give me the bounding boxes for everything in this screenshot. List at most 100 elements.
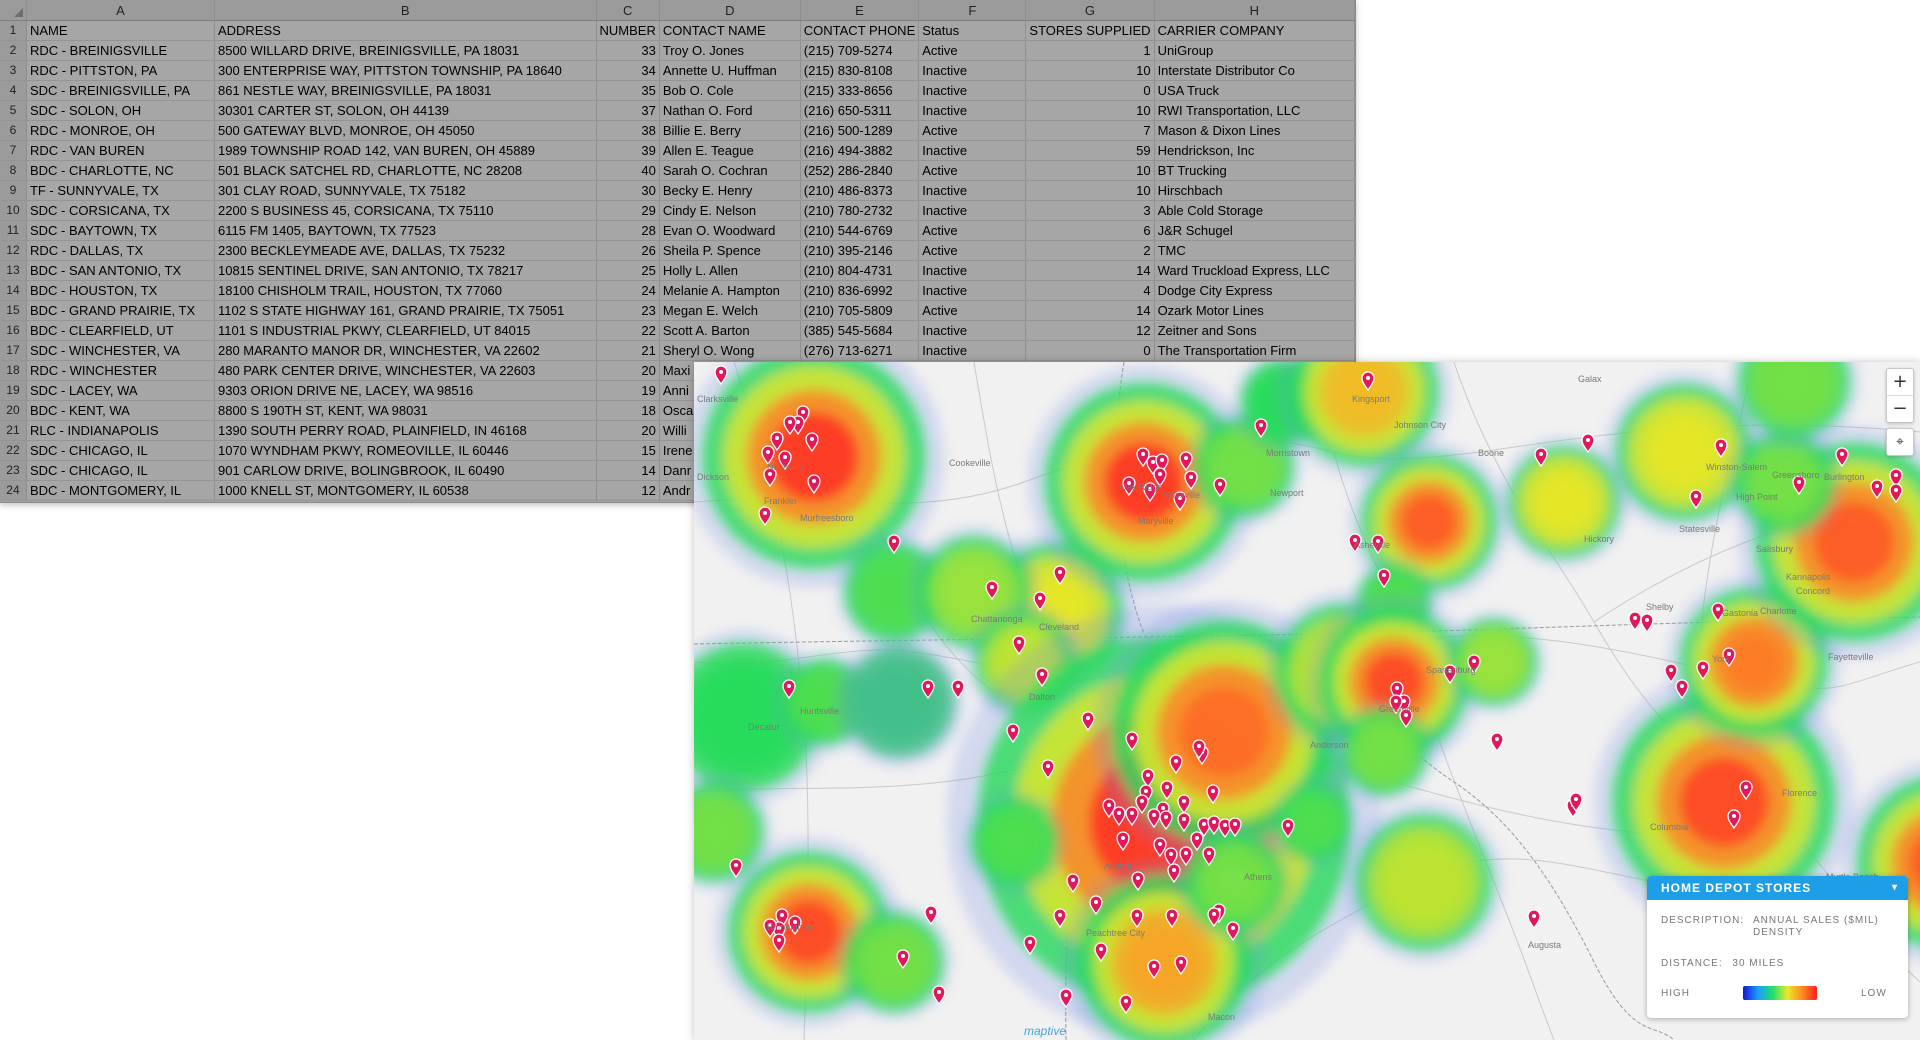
select-all-corner[interactable]: [0, 0, 27, 21]
cell-contact-phone[interactable]: (215) 333-8656: [800, 80, 920, 101]
cell-stores-supplied[interactable]: 0: [1025, 80, 1155, 101]
cell-number[interactable]: 20: [596, 360, 660, 381]
cell-contact-phone[interactable]: (210) 395-2146: [800, 240, 920, 261]
cell-carrier-company[interactable]: Hendrickson, Inc: [1154, 140, 1355, 161]
cell-status[interactable]: Status: [918, 20, 1027, 41]
cell-stores-supplied[interactable]: 0: [1025, 340, 1155, 361]
cell-address[interactable]: 901 CARLOW DRIVE, BOLINGBROOK, IL 60490: [214, 460, 597, 481]
cell-number[interactable]: 29: [596, 200, 660, 221]
cell-contact-name[interactable]: Sheila P. Spence: [659, 240, 801, 261]
cell-contact-phone[interactable]: (216) 650-5311: [800, 100, 920, 121]
cell-number[interactable]: 18: [596, 400, 660, 421]
cell-number[interactable]: 20: [596, 420, 660, 441]
cell-carrier-company[interactable]: BT Trucking: [1154, 160, 1355, 181]
cell-contact-name[interactable]: Troy O. Jones: [659, 40, 801, 61]
cell-status[interactable]: Active: [918, 40, 1027, 61]
cell-address[interactable]: 1989 TOWNSHIP ROAD 142, VAN BUREN, OH 45…: [214, 140, 597, 161]
cell-stores-supplied[interactable]: 7: [1025, 120, 1155, 141]
cell-stores-supplied[interactable]: 4: [1025, 280, 1155, 301]
row-header[interactable]: 7: [0, 140, 27, 161]
cell-address[interactable]: 2200 S BUSINESS 45, CORSICANA, TX 75110: [214, 200, 597, 221]
cell-stores-supplied[interactable]: 12: [1025, 320, 1155, 341]
cell-stores-supplied[interactable]: 2: [1025, 240, 1155, 261]
cell-status[interactable]: Inactive: [918, 180, 1027, 201]
cell-number[interactable]: 38: [596, 120, 660, 141]
cell-contact-name[interactable]: Sarah O. Cochran: [659, 160, 801, 181]
cell-stores-supplied[interactable]: 14: [1025, 260, 1155, 281]
cell-address[interactable]: 1070 WYNDHAM PKWY, ROMEOVILLE, IL 60446: [214, 440, 597, 461]
cell-address[interactable]: 301 CLAY ROAD, SUNNYVALE, TX 75182: [214, 180, 597, 201]
cell-contact-phone[interactable]: (252) 286-2840: [800, 160, 920, 181]
cell-stores-supplied[interactable]: 10: [1025, 100, 1155, 121]
row-header[interactable]: 22: [0, 440, 27, 461]
cell-carrier-company[interactable]: Hirschbach: [1154, 180, 1355, 201]
cell-number[interactable]: 12: [596, 480, 660, 501]
cell-number[interactable]: 14: [596, 460, 660, 481]
row-header[interactable]: 19: [0, 380, 27, 401]
cell-number[interactable]: 22: [596, 320, 660, 341]
cell-carrier-company[interactable]: Ward Truckload Express, LLC: [1154, 260, 1355, 281]
cell-stores-supplied[interactable]: 6: [1025, 220, 1155, 241]
cell-carrier-company[interactable]: Dodge City Express: [1154, 280, 1355, 301]
row-header[interactable]: 17: [0, 340, 27, 361]
cell-carrier-company[interactable]: RWI Transportation, LLC: [1154, 100, 1355, 121]
cell-status[interactable]: Active: [918, 240, 1027, 261]
cell-name[interactable]: TF - SUNNYVALE, TX: [26, 180, 215, 201]
column-header-c[interactable]: C: [596, 0, 660, 21]
row-header[interactable]: 21: [0, 420, 27, 441]
row-header[interactable]: 2: [0, 40, 27, 61]
cell-address[interactable]: 8800 S 190TH ST, KENT, WA 98031: [214, 400, 597, 421]
cell-contact-phone[interactable]: (276) 713-6271: [800, 340, 920, 361]
cell-status[interactable]: Active: [918, 120, 1027, 141]
cell-contact-name[interactable]: Holly L. Allen: [659, 260, 801, 281]
cell-status[interactable]: Inactive: [918, 340, 1027, 361]
cell-status[interactable]: Active: [918, 160, 1027, 181]
cell-name[interactable]: SDC - BAYTOWN, TX: [26, 220, 215, 241]
cell-address[interactable]: ADDRESS: [214, 20, 597, 41]
zoom-out-button[interactable]: −: [1887, 395, 1913, 422]
cell-status[interactable]: Inactive: [918, 280, 1027, 301]
column-header-h[interactable]: H: [1154, 0, 1355, 21]
row-header[interactable]: 15: [0, 300, 27, 321]
cell-contact-phone[interactable]: (210) 780-2732: [800, 200, 920, 221]
cell-contact-phone[interactable]: (210) 804-4731: [800, 260, 920, 281]
cell-address[interactable]: 1101 S INDUSTRIAL PKWY, CLEARFIELD, UT 8…: [214, 320, 597, 341]
cell-contact-phone[interactable]: (215) 830-8108: [800, 60, 920, 81]
cell-number[interactable]: 26: [596, 240, 660, 261]
legend-header[interactable]: HOME DEPOT STORES ▾: [1647, 876, 1908, 900]
cell-number[interactable]: 19: [596, 380, 660, 401]
cell-address[interactable]: 10815 SENTINEL DRIVE, SAN ANTONIO, TX 78…: [214, 260, 597, 281]
cell-number[interactable]: 28: [596, 220, 660, 241]
row-header[interactable]: 9: [0, 180, 27, 201]
row-header[interactable]: 16: [0, 320, 27, 341]
cell-contact-phone[interactable]: CONTACT PHONE: [800, 20, 920, 41]
column-header-d[interactable]: D: [659, 0, 801, 21]
cell-name[interactable]: RDC - DALLAS, TX: [26, 240, 215, 261]
cell-name[interactable]: RDC - BREINIGSVILLE: [26, 40, 215, 61]
cell-status[interactable]: Inactive: [918, 200, 1027, 221]
zoom-in-button[interactable]: +: [1887, 369, 1913, 395]
cell-stores-supplied[interactable]: 59: [1025, 140, 1155, 161]
cell-stores-supplied[interactable]: 10: [1025, 180, 1155, 201]
cell-contact-name[interactable]: CONTACT NAME: [659, 20, 801, 41]
cell-address[interactable]: 1102 S STATE HIGHWAY 161, GRAND PRAIRIE,…: [214, 300, 597, 321]
cell-name[interactable]: BDC - CHARLOTTE, NC: [26, 160, 215, 181]
cell-contact-phone[interactable]: (210) 836-6992: [800, 280, 920, 301]
cell-stores-supplied[interactable]: 10: [1025, 160, 1155, 181]
row-header[interactable]: 10: [0, 200, 27, 221]
cell-name[interactable]: SDC - LACEY, WA: [26, 380, 215, 401]
cell-contact-phone[interactable]: (210) 544-6769: [800, 220, 920, 241]
cell-contact-name[interactable]: Bob O. Cole: [659, 80, 801, 101]
cell-name[interactable]: SDC - CHICAGO, IL: [26, 460, 215, 481]
row-header[interactable]: 23: [0, 460, 27, 481]
cell-number[interactable]: 23: [596, 300, 660, 321]
cell-carrier-company[interactable]: Mason & Dixon Lines: [1154, 120, 1355, 141]
row-header[interactable]: 14: [0, 280, 27, 301]
cell-name[interactable]: RDC - MONROE, OH: [26, 120, 215, 141]
cell-name[interactable]: RDC - VAN BUREN: [26, 140, 215, 161]
cell-contact-name[interactable]: Nathan O. Ford: [659, 100, 801, 121]
cell-address[interactable]: 18100 CHISHOLM TRAIL, HOUSTON, TX 77060: [214, 280, 597, 301]
cell-contact-name[interactable]: Allen E. Teague: [659, 140, 801, 161]
cell-stores-supplied[interactable]: 10: [1025, 60, 1155, 81]
cell-carrier-company[interactable]: Zeitner and Sons: [1154, 320, 1355, 341]
